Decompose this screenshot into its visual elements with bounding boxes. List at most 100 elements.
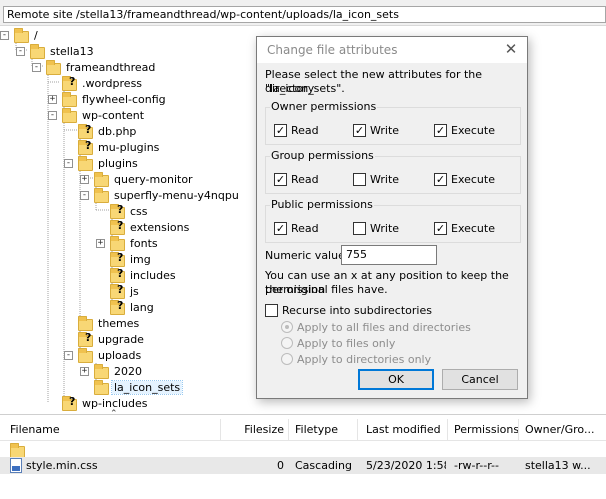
owner-permissions-label: Owner permissions bbox=[270, 100, 378, 113]
folder-unknown-icon: ? bbox=[110, 220, 126, 236]
tree-node-label: themes bbox=[98, 317, 140, 330]
folder-unknown-icon: ? bbox=[110, 268, 126, 284]
check-icon: ✓ bbox=[274, 173, 287, 186]
dialog-intro-line2: "la_icon_sets". bbox=[265, 82, 345, 95]
ok-button[interactable]: OK bbox=[358, 369, 434, 390]
expand-icon[interactable]: + bbox=[96, 239, 105, 248]
folder-icon bbox=[94, 380, 110, 396]
column-divider[interactable] bbox=[288, 419, 289, 441]
folder-icon bbox=[46, 60, 62, 76]
numeric-value-label: Numeric value: bbox=[265, 249, 349, 262]
tree-node-label: superfly-menu-y4nqpu bbox=[114, 189, 239, 202]
folder-icon bbox=[110, 236, 126, 252]
file-permissions: -rw-r--r-- bbox=[454, 459, 499, 472]
tree-node-label: frameandthread bbox=[66, 61, 156, 74]
change-file-attributes-dialog: Change file attributes ✕ Please select t… bbox=[256, 36, 528, 399]
check-icon: ✓ bbox=[434, 222, 447, 235]
collapse-icon[interactable]: - bbox=[64, 351, 73, 360]
public-permissions-group: Public permissions ✓ Read Write ✓ Execute bbox=[265, 198, 521, 243]
file-name: style.min.css bbox=[26, 459, 98, 472]
tree-node-label: flywheel-config bbox=[82, 93, 166, 106]
expand-icon[interactable]: + bbox=[48, 95, 57, 104]
cancel-button[interactable]: Cancel bbox=[442, 369, 518, 390]
column-header-filename[interactable]: Filename bbox=[10, 423, 60, 436]
remote-site-bar: Remote site: /stella13/frameandthread/wp… bbox=[0, 0, 606, 26]
remote-file-list[interactable]: Filename Filesize Filetype Last modified… bbox=[0, 414, 606, 499]
collapse-icon[interactable]: - bbox=[48, 111, 57, 120]
collapse-icon[interactable]: - bbox=[16, 47, 25, 56]
remote-site-label: Remote site: bbox=[3, 6, 77, 23]
css-file-icon bbox=[10, 458, 22, 473]
tree-node-label: wp-content bbox=[82, 109, 145, 122]
column-divider[interactable] bbox=[357, 419, 358, 441]
file-row-parent[interactable]: .. bbox=[0, 441, 606, 470]
folder-icon bbox=[94, 364, 110, 380]
tree-node-label: img bbox=[130, 253, 151, 266]
folder-icon bbox=[14, 28, 30, 44]
folder-unknown-icon: ? bbox=[110, 204, 126, 220]
numeric-value-input[interactable]: 755 bbox=[341, 245, 437, 265]
expand-icon[interactable]: + bbox=[80, 367, 89, 376]
file-last-modified: 5/23/2020 1:58:... bbox=[366, 459, 446, 472]
file-owner: stella13 w... bbox=[525, 459, 591, 472]
tree-node-label: / bbox=[34, 29, 38, 42]
folder-unknown-icon: ? bbox=[78, 140, 94, 156]
tree-node-label: css bbox=[130, 205, 148, 218]
tree-node-label: js bbox=[130, 285, 139, 298]
column-divider[interactable] bbox=[220, 419, 221, 441]
expand-icon[interactable]: + bbox=[80, 175, 89, 184]
close-icon[interactable]: ✕ bbox=[502, 40, 520, 58]
dialog-title: Change file attributes bbox=[267, 43, 398, 57]
tree-node-label: includes bbox=[130, 269, 176, 282]
collapse-icon[interactable]: - bbox=[64, 159, 73, 168]
folder-unknown-icon: ? bbox=[110, 284, 126, 300]
file-row[interactable]: style.min.css 0 Cascading ... 5/23/2020 … bbox=[0, 457, 606, 474]
check-icon: ✓ bbox=[434, 124, 447, 137]
check-icon: ✓ bbox=[353, 124, 366, 137]
tree-node-label: .wordpress bbox=[82, 77, 143, 90]
tree-node-label: uploads bbox=[98, 349, 142, 362]
public-permissions-label: Public permissions bbox=[270, 198, 374, 211]
folder-unknown-icon: ? bbox=[78, 124, 94, 140]
tree-node-label: mu-plugins bbox=[98, 141, 160, 154]
owner-permissions-group: Owner permissions ✓ Read ✓ Write ✓ Execute bbox=[265, 100, 521, 145]
folder-unknown-icon: ? bbox=[62, 76, 78, 92]
folder-icon bbox=[62, 108, 78, 124]
folder-icon bbox=[30, 44, 46, 60]
collapse-icon[interactable]: - bbox=[32, 63, 41, 72]
folder-icon bbox=[78, 316, 94, 332]
folder-unknown-icon: ? bbox=[62, 396, 78, 412]
tree-node-label: db.php bbox=[98, 125, 137, 138]
tree-node-label: stella13 bbox=[50, 45, 94, 58]
tree-node-label: plugins bbox=[98, 157, 138, 170]
hint-line2: the original files have. bbox=[265, 283, 388, 296]
folder-icon bbox=[62, 92, 78, 108]
folder-unknown-icon: ? bbox=[110, 252, 126, 268]
tree-node-label: upgrade bbox=[98, 333, 144, 346]
check-icon: ✓ bbox=[274, 222, 287, 235]
folder-unknown-icon: ? bbox=[110, 300, 126, 316]
folder-icon bbox=[94, 188, 110, 204]
column-header-permissions[interactable]: Permissions bbox=[454, 423, 519, 436]
column-divider[interactable] bbox=[518, 419, 519, 441]
tree-node-label: la_icon_sets bbox=[110, 380, 184, 395]
remote-site-path-input[interactable]: /stella13/frameandthread/wp-content/uplo… bbox=[72, 6, 606, 23]
folder-icon bbox=[78, 348, 94, 364]
column-header-filetype[interactable]: Filetype bbox=[295, 423, 338, 436]
file-size: 0 bbox=[277, 459, 284, 472]
column-divider[interactable] bbox=[447, 419, 448, 441]
group-permissions-group: Group permissions ✓ Read Write ✓ Execute bbox=[265, 149, 521, 194]
folder-icon bbox=[78, 156, 94, 172]
column-header-filesize[interactable]: Filesize bbox=[226, 423, 284, 436]
check-icon: ✓ bbox=[274, 124, 287, 137]
tree-node-label: extensions bbox=[130, 221, 190, 234]
column-header-last-modified[interactable]: Last modified bbox=[366, 423, 441, 436]
dialog-title-bar[interactable]: Change file attributes ✕ bbox=[257, 37, 527, 63]
tree-node-label: query-monitor bbox=[114, 173, 193, 186]
folder-icon bbox=[94, 172, 110, 188]
tree-node-label: fonts bbox=[130, 237, 158, 250]
column-header-owner[interactable]: Owner/Gro... bbox=[525, 423, 594, 436]
collapse-icon[interactable]: - bbox=[0, 31, 9, 40]
collapse-icon[interactable]: - bbox=[80, 191, 89, 200]
group-permissions-label: Group permissions bbox=[270, 149, 375, 162]
